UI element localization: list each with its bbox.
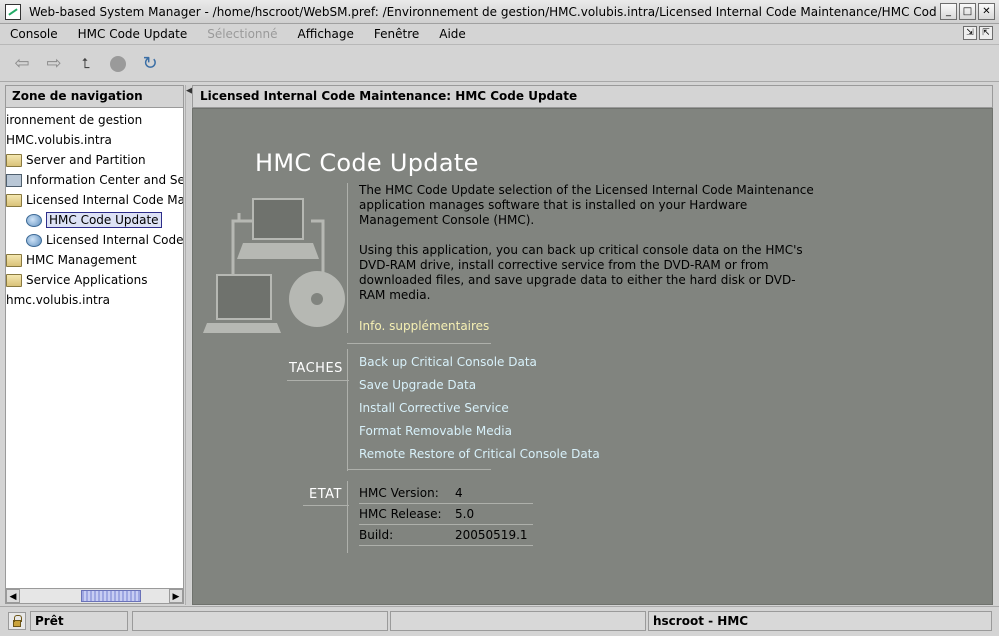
navigation-horizontal-scrollbar[interactable]: ◀ ▶	[5, 588, 184, 604]
tree-item-hmc-code-update[interactable]: HMC Code Update	[26, 210, 162, 230]
tree-item-licensed-internal-code-maintenance[interactable]: Licensed Internal Code Mai	[6, 190, 184, 210]
title-bar: Web-based System Manager - /home/hscroot…	[0, 0, 999, 24]
tree-item-hmc-management[interactable]: HMC Management	[6, 250, 137, 270]
status-ready: Prêt	[30, 611, 128, 631]
description-paragraph: The HMC Code Update selection of the Lic…	[359, 183, 814, 227]
detach-frame-icon[interactable]: ⇱	[979, 26, 993, 40]
tree-item-label: HMC Management	[26, 253, 137, 267]
task-remote-restore[interactable]: Remote Restore of Critical Console Data	[359, 447, 600, 461]
more-info-link[interactable]: Info. supplémentaires	[359, 319, 489, 333]
menu-selectionne[interactable]: Sélectionné	[197, 27, 287, 41]
maximize-button[interactable]: □	[959, 3, 976, 20]
tree-item-hmc-host[interactable]: HMC.volubis.intra	[6, 130, 112, 150]
window-controls: _ □ ✕	[940, 3, 995, 20]
task-install-corrective-service[interactable]: Install Corrective Service	[359, 401, 509, 415]
minimize-button[interactable]: _	[940, 3, 957, 20]
status-value: 5.0	[455, 507, 475, 521]
status-row-build: Build: 20050519.1	[359, 525, 533, 545]
globe-icon	[26, 213, 42, 227]
toolbar: ⇦ ⇨ ⮤ ↻	[0, 46, 999, 82]
menu-aide[interactable]: Aide	[429, 27, 476, 41]
status-bar: Prêt hscroot - HMC	[0, 606, 999, 636]
task-save-upgrade-data[interactable]: Save Upgrade Data	[359, 378, 476, 392]
scroll-right-icon[interactable]: ▶	[169, 589, 183, 603]
divider	[347, 349, 348, 471]
status-section-label: ETAT	[309, 487, 342, 502]
divider	[347, 183, 348, 333]
divider	[347, 481, 348, 553]
internal-frame-controls: ⇲ ⇱	[963, 26, 993, 40]
task-format-removable-media[interactable]: Format Removable Media	[359, 424, 512, 438]
up-folder-icon[interactable]: ⮤	[74, 52, 98, 76]
tree-item-label: Service Applications	[26, 273, 148, 287]
folder-icon	[6, 153, 22, 167]
description-paragraph: Using this application, you can back up …	[359, 243, 803, 302]
close-button[interactable]: ✕	[978, 3, 995, 20]
tree-item-licensed-internal-code[interactable]: Licensed Internal Code	[26, 230, 183, 250]
forward-arrow-icon[interactable]: ⇨	[42, 52, 66, 76]
folder-open-icon	[6, 193, 22, 207]
computer-icon	[6, 173, 22, 187]
status-value: 20050519.1	[455, 528, 528, 542]
folder-icon	[6, 253, 22, 267]
menu-bar: Console HMC Code Update Sélectionné Affi…	[0, 24, 999, 45]
lock-icon	[8, 612, 26, 630]
panel-splitter[interactable]: ◀	[185, 85, 193, 605]
menu-hmc-code-update[interactable]: HMC Code Update	[68, 27, 198, 41]
content-header: Licensed Internal Code Maintenance: HMC …	[192, 85, 993, 108]
status-cell-empty	[390, 611, 646, 631]
tree-item-label-selected: HMC Code Update	[46, 212, 162, 228]
scroll-left-icon[interactable]: ◀	[6, 589, 20, 603]
restore-frame-icon[interactable]: ⇲	[963, 26, 977, 40]
folder-icon	[6, 273, 22, 287]
back-arrow-icon[interactable]: ⇦	[10, 52, 34, 76]
tree-item-label: Server and Partition	[26, 153, 146, 167]
stop-icon[interactable]	[106, 52, 130, 76]
tree-item-hmc-host-2[interactable]: hmc.volubis.intra	[6, 290, 110, 310]
divider	[359, 545, 533, 546]
menu-affichage[interactable]: Affichage	[288, 27, 364, 41]
tree-item-label: Licensed Internal Code Mai	[26, 193, 184, 207]
navigation-header: Zone de navigation	[5, 85, 184, 108]
tree-item-label: ironnement de gestion	[6, 113, 143, 127]
divider	[347, 343, 491, 344]
divider	[287, 380, 349, 381]
refresh-icon[interactable]: ↻	[138, 52, 162, 76]
status-row-release: HMC Release: 5.0	[359, 504, 533, 524]
description: The HMC Code Update selection of the Lic…	[359, 183, 819, 318]
tasks-section-label: TACHES	[289, 361, 343, 376]
status-key: HMC Release:	[359, 507, 442, 521]
status-key: Build:	[359, 528, 394, 542]
divider	[347, 469, 491, 470]
status-key: HMC Version:	[359, 486, 439, 500]
status-user: hscroot - HMC	[648, 611, 992, 631]
tree-item-environnement[interactable]: ironnement de gestion	[6, 110, 142, 130]
status-cell-empty	[132, 611, 388, 631]
status-row-version: HMC Version: 4	[359, 483, 533, 503]
scrollbar-thumb[interactable]	[81, 590, 141, 602]
status-value: 4	[455, 486, 463, 500]
tree-item-label: Information Center and Setu	[26, 173, 184, 187]
tree-item-label: Licensed Internal Code	[46, 233, 184, 247]
content-panel: HMC Code Update The HMC Code Update sele…	[192, 108, 993, 605]
menu-console[interactable]: Console	[0, 27, 68, 41]
window-title: Web-based System Manager - /home/hscroot…	[29, 4, 937, 19]
task-backup-critical-console-data[interactable]: Back up Critical Console Data	[359, 355, 537, 369]
page-title: HMC Code Update	[255, 149, 479, 177]
computer-illustration-icon	[203, 198, 345, 333]
globe-icon	[26, 233, 42, 247]
tree-item-service-applications[interactable]: Service Applications	[6, 270, 147, 290]
app-icon	[5, 3, 21, 20]
tree-item-server-and-partition[interactable]: Server and Partition	[6, 150, 146, 170]
tree-item-label: hmc.volubis.intra	[6, 293, 111, 307]
divider	[303, 505, 349, 506]
tree-item-information-center[interactable]: Information Center and Setu	[6, 170, 184, 190]
navigation-tree: ironnement de gestion HMC.volubis.intra …	[5, 108, 184, 588]
menu-fenetre[interactable]: Fenêtre	[364, 27, 429, 41]
tree-item-label: HMC.volubis.intra	[6, 133, 112, 147]
